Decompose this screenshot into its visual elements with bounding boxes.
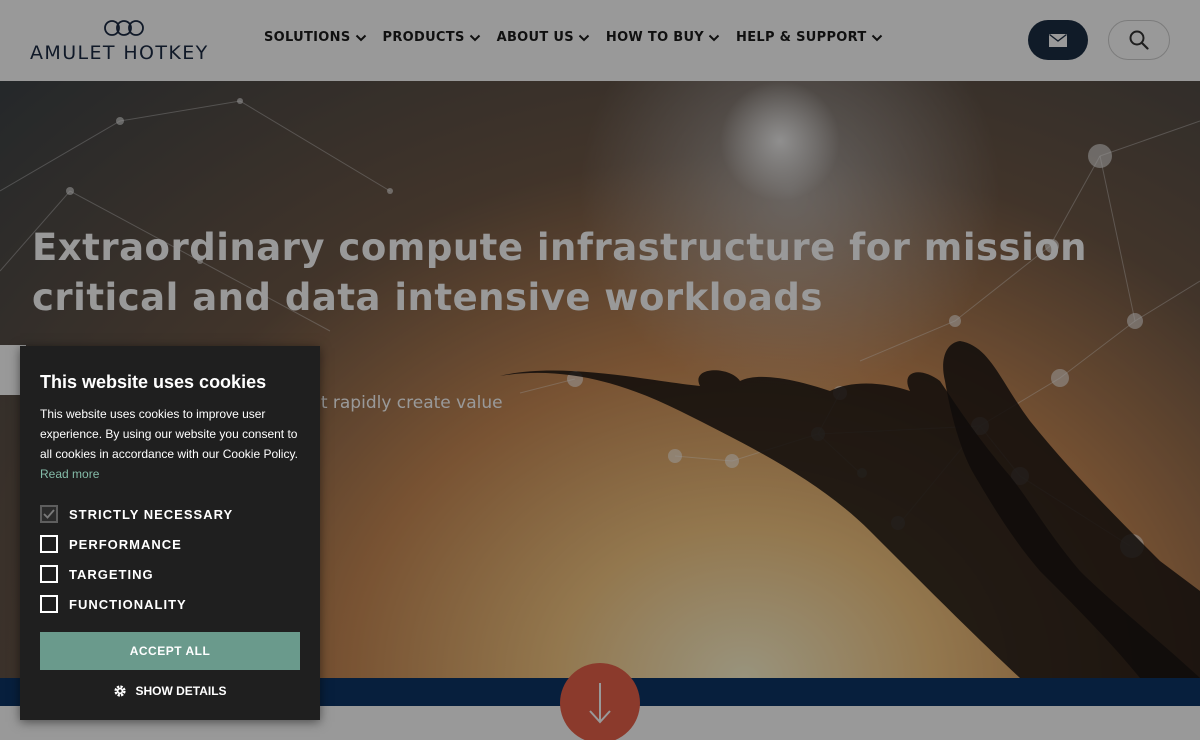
option-label: TARGETING — [69, 566, 154, 582]
checkbox[interactable] — [40, 595, 58, 613]
option-targeting[interactable]: TARGETING — [40, 565, 154, 583]
checkbox[interactable] — [40, 565, 58, 583]
read-more-link[interactable]: Read more — [40, 467, 99, 481]
show-details-button[interactable]: SHOW DETAILS — [20, 684, 320, 698]
option-label: STRICTLY NECESSARY — [69, 506, 234, 522]
checkmark-icon — [43, 509, 55, 519]
checkbox[interactable] — [40, 535, 58, 553]
checkbox-checked[interactable] — [40, 505, 58, 523]
option-performance[interactable]: PERFORMANCE — [40, 535, 182, 553]
cookie-text: This website uses cookies to improve use… — [40, 407, 298, 461]
option-functionality[interactable]: FUNCTIONALITY — [40, 595, 187, 613]
accept-all-button[interactable]: ACCEPT ALL — [40, 632, 300, 670]
show-details-label: SHOW DETAILS — [135, 684, 227, 698]
gear-icon — [114, 685, 127, 697]
option-strictly-necessary[interactable]: STRICTLY NECESSARY — [40, 505, 233, 523]
cookie-consent-dialog: This website uses cookies This website u… — [20, 346, 320, 720]
option-label: FUNCTIONALITY — [69, 596, 187, 612]
option-label: PERFORMANCE — [69, 536, 182, 552]
cookie-title: This website uses cookies — [40, 372, 267, 392]
cookie-description: This website uses cookies to improve use… — [40, 404, 308, 484]
